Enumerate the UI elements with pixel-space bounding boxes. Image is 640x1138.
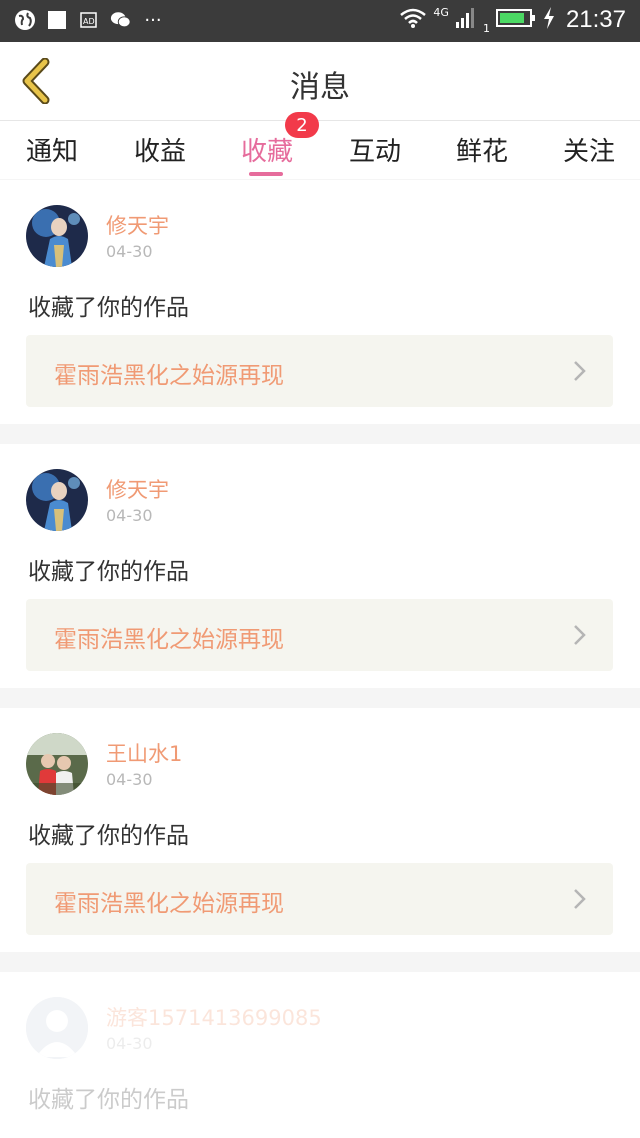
work-link[interactable]: 霍雨浩黑化之始源再现 (26, 599, 613, 671)
user-name[interactable]: 修天宇 (106, 210, 169, 240)
chevron-right-icon (574, 889, 586, 909)
app-header: 消息 (0, 42, 640, 121)
tab-earnings[interactable]: 收益 (134, 131, 186, 168)
status-bar: AD ··· 4G 1 21:37 (0, 0, 640, 42)
status-time: 21:37 (565, 6, 626, 33)
user-name[interactable]: 修天宇 (106, 474, 169, 504)
work-title: 霍雨浩黑化之始源再现 (54, 627, 284, 653)
more-icon: ··· (144, 9, 162, 31)
svg-text:AD: AD (83, 17, 95, 26)
message-text: 收藏了你的作品 (28, 1087, 189, 1113)
signal-icon (455, 7, 477, 33)
network-type: 4G (433, 5, 449, 19)
unread-badge: 2 (285, 112, 319, 138)
wifi-icon (399, 7, 427, 33)
sim-indicator: 1 (482, 21, 490, 35)
message-date: 04-30 (106, 770, 153, 789)
work-title: 霍雨浩黑化之始源再现 (54, 891, 284, 917)
chevron-right-icon (574, 361, 586, 381)
message-date: 04-30 (106, 506, 153, 525)
message-date: 04-30 (106, 1034, 153, 1053)
user-avatar[interactable] (26, 733, 88, 795)
square-notification-icon (46, 9, 68, 31)
work-title: 霍雨浩黑化之始源再现 (54, 363, 284, 389)
work-link[interactable]: 霍雨浩黑化之始源再现 (26, 335, 613, 407)
tab-following[interactable]: 关注 (563, 131, 615, 168)
message-text: 收藏了你的作品 (28, 295, 189, 321)
message-text: 收藏了你的作品 (28, 823, 189, 849)
tab-favorites[interactable]: 收藏 (241, 131, 293, 168)
message-card: 修天宇 04-30 收藏了你的作品 霍雨浩黑化之始源再现 (0, 180, 640, 424)
page-title: 消息 (290, 70, 350, 105)
tab-flowers[interactable]: 鲜花 (456, 131, 508, 168)
battery-icon (495, 7, 536, 33)
message-card: 王山水1 04-30 收藏了你的作品 霍雨浩黑化之始源再现 (0, 708, 640, 952)
charging-icon (542, 6, 556, 34)
user-avatar[interactable] (26, 997, 88, 1059)
user-name[interactable]: 游客1571413699085 (106, 1002, 322, 1032)
tab-interactions[interactable]: 互动 (349, 131, 401, 168)
globe-icon (14, 9, 36, 31)
tab-bar: 通知 收益 收藏 互动 鲜花 关注 (0, 121, 640, 179)
message-card: 游客1571413699085 04-30 收藏了你的作品 (0, 972, 640, 1138)
message-text: 收藏了你的作品 (28, 559, 189, 585)
ad-icon: AD (78, 9, 100, 31)
user-avatar[interactable] (26, 205, 88, 267)
wechat-icon (110, 9, 132, 31)
tab-notifications[interactable]: 通知 (26, 131, 78, 168)
chevron-right-icon (574, 625, 586, 645)
user-name[interactable]: 王山水1 (106, 738, 182, 768)
faded-content: 游客1571413699085 04-30 收藏了你的作品 (0, 972, 640, 1138)
work-link[interactable]: 霍雨浩黑化之始源再现 (26, 863, 613, 935)
message-date: 04-30 (106, 242, 153, 261)
user-avatar[interactable] (26, 469, 88, 531)
active-tab-indicator (249, 172, 283, 176)
message-card: 修天宇 04-30 收藏了你的作品 霍雨浩黑化之始源再现 (0, 444, 640, 688)
